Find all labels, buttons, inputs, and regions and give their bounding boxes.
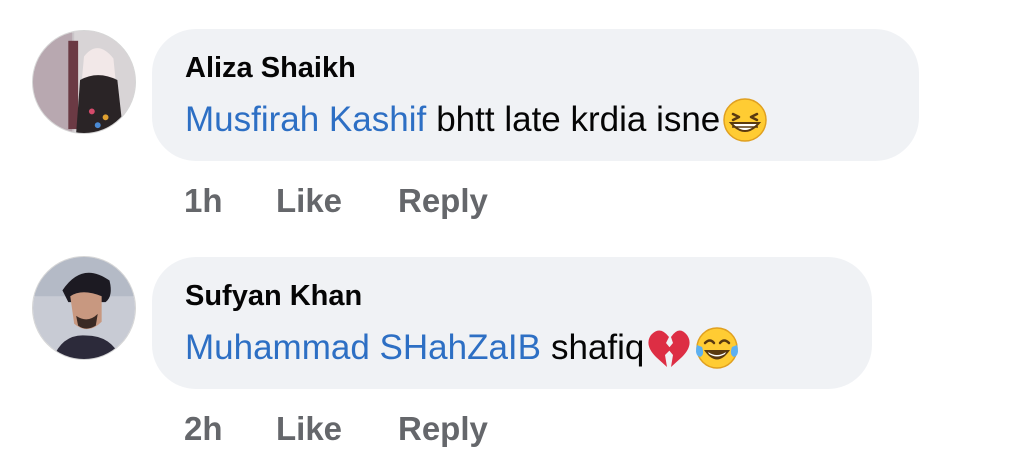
comment-author[interactable]: Aliza Shaikh: [185, 51, 919, 85]
comment-bubble: Sufyan Khan Muhammad SHahZaIB shafiq: [152, 257, 872, 389]
avatar-photo: [33, 257, 135, 359]
like-button[interactable]: Like: [276, 182, 398, 220]
broken-heart-icon: [646, 325, 692, 371]
avatar[interactable]: [32, 30, 136, 134]
comment-body: shafiq: [550, 328, 645, 367]
avatar[interactable]: [32, 256, 136, 360]
comment-text: Muhammad SHahZaIB shafiq: [185, 325, 872, 371]
mention-link[interactable]: Musfirah Kashif: [185, 99, 426, 141]
comment-timestamp[interactable]: 1h: [184, 182, 276, 220]
comment-body: bhtt late krdia isne: [436, 100, 721, 139]
comment-author[interactable]: Sufyan Khan: [185, 279, 872, 313]
reply-button[interactable]: Reply: [398, 182, 488, 220]
comment-actions: 2h Like Reply: [184, 410, 488, 448]
comment-text: Musfirah Kashif bhtt late krdia isne: [185, 97, 919, 143]
reply-button[interactable]: Reply: [398, 410, 488, 448]
comment-actions: 1h Like Reply: [184, 182, 488, 220]
tears-of-joy-icon: [694, 325, 740, 371]
comment-bubble: Aliza Shaikh Musfirah Kashif bhtt late k…: [152, 29, 919, 161]
avatar-photo: [33, 31, 135, 133]
mention-link[interactable]: Muhammad SHahZaIB: [185, 327, 541, 369]
grinning-squinting-emoji-icon: [722, 97, 768, 143]
comment-timestamp[interactable]: 2h: [184, 410, 276, 448]
like-button[interactable]: Like: [276, 410, 398, 448]
